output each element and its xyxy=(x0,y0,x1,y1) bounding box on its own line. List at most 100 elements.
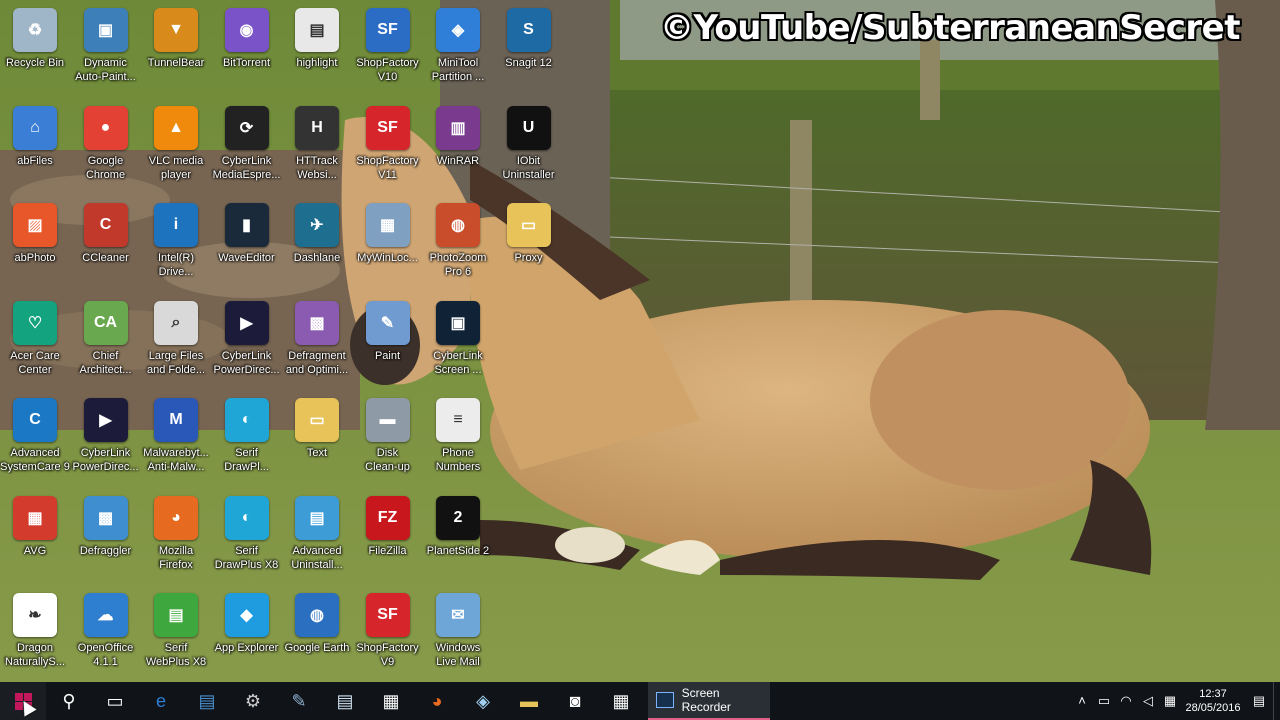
winrar-button[interactable]: ◈ xyxy=(460,682,506,720)
desktop-icon[interactable]: ❧ Dragon NaturallyS... xyxy=(0,587,70,679)
paint-button[interactable]: ✎ xyxy=(276,682,322,720)
desktop-icon[interactable]: U IObit Uninstaller xyxy=(494,100,564,192)
advanced-uninstaller-icon: ▤ xyxy=(295,495,339,540)
desktop-icon[interactable]: ▮ WaveEditor xyxy=(212,197,282,289)
edge-button[interactable]: e xyxy=(138,682,184,720)
desktop-icon-label: Large Files and Folde... xyxy=(146,349,206,376)
desktop-icon[interactable]: ● Google Chrome xyxy=(71,100,141,192)
settings-button[interactable]: ⚙ xyxy=(230,682,276,720)
desktop-icon[interactable]: SF ShopFactory V9 xyxy=(353,587,423,679)
desktop-icon[interactable]: ◕ Mozilla Firefox xyxy=(141,490,211,582)
desktop-icon[interactable]: ▶ CyberLink PowerDirec... xyxy=(71,392,141,484)
explorer-button[interactable]: ▬ xyxy=(506,682,552,720)
desktop-icon[interactable]: ◍ PhotoZoom Pro 6 xyxy=(423,197,493,289)
desktop-icon[interactable]: ⌕ Large Files and Folde... xyxy=(141,295,211,387)
desktop-icon[interactable]: 2 PlanetSide 2 xyxy=(423,490,493,582)
desktop-icon[interactable]: C Advanced SystemCare 9 xyxy=(0,392,70,484)
desktop-icon[interactable]: ✉ Windows Live Mail xyxy=(423,587,493,679)
desktop-icon-label: CyberLink PowerDirec... xyxy=(72,447,139,473)
desktop-icon[interactable]: ▣ Dynamic Auto-Paint... xyxy=(71,2,141,94)
desktop-icon-label: Mozilla Firefox xyxy=(158,544,194,571)
desktop-icon[interactable]: ◆ App Explorer xyxy=(212,587,282,679)
desktop-icon[interactable]: ▩ Defragment and Optimi... xyxy=(282,295,352,387)
desktop-icon[interactable]: SF ShopFactory V11 xyxy=(353,100,423,192)
powerdirector-icon: ▶ xyxy=(83,398,128,442)
desktop-icon[interactable]: ✈ Dashlane xyxy=(282,197,352,289)
desktop-icon-label: WinRAR xyxy=(436,154,480,167)
desktop-icon[interactable]: ◍ Google Earth xyxy=(282,587,352,679)
desktop-icon[interactable]: ≡ Phone Numbers xyxy=(423,392,493,484)
watermark: ©YouTube/SubterraneanSecret xyxy=(659,8,1241,48)
camera-button[interactable]: ◙ xyxy=(552,682,598,720)
desktop-icon[interactable]: ▩ Defraggler xyxy=(71,490,141,582)
winlocker-icon: ▦ xyxy=(365,203,410,247)
desktop-icon[interactable]: ▤ Advanced Uninstall... xyxy=(282,490,352,582)
archive-icon: ◈ xyxy=(476,690,490,711)
desktop-icon[interactable]: i Intel(R) Drive... xyxy=(141,197,211,289)
desktop-icon[interactable]: ◉ BitTorrent xyxy=(212,2,282,94)
desktop-icon[interactable]: ▨ abPhoto xyxy=(0,197,70,289)
desktop-icon[interactable]: ⌂ abFiles xyxy=(0,100,70,192)
clock-date: 28/05/2016 xyxy=(1185,702,1241,714)
filezilla-icon: FZ xyxy=(365,495,410,540)
desktop-icon[interactable]: CA Chief Architect... xyxy=(71,295,141,387)
acer-care-icon: ♡ xyxy=(13,300,57,345)
desktop-icon[interactable]: H HTTrack Websi... xyxy=(282,100,352,192)
intel-icon: i xyxy=(154,203,198,247)
notification-center-icon[interactable]: ▤ xyxy=(1245,693,1273,709)
taskbar-app-label: Screen Recorder xyxy=(681,686,731,714)
desktop-icon[interactable]: ◐ Serif DrawPl... xyxy=(212,392,282,484)
desktop-icon[interactable]: ✎ Paint xyxy=(353,295,423,387)
photo-icon: ▨ xyxy=(13,203,57,247)
desktop-icon[interactable]: ▼ TunnelBear xyxy=(141,2,211,94)
httrack-icon: H xyxy=(295,105,339,150)
store-button[interactable]: ▤ xyxy=(184,682,230,720)
desktop-icon[interactable]: ▤ Serif WebPlus X8 xyxy=(141,587,211,679)
clock[interactable]: 12:37 28/05/2016 xyxy=(1181,687,1245,715)
desktop-icon[interactable]: ♻ Recycle Bin xyxy=(0,2,70,94)
desktop-icon[interactable]: ▲ VLC media player xyxy=(141,100,211,192)
desktop-icon[interactable]: ▣ CyberLink Screen ... xyxy=(423,295,493,387)
calculator-button[interactable]: ▦ xyxy=(598,682,644,720)
desktop-icon[interactable]: S Snagit 12 xyxy=(494,2,564,94)
desktop-icon-label: IObit Uninstaller xyxy=(502,154,555,181)
desktop-icon[interactable]: ◈ MiniTool Partition ... xyxy=(423,2,493,94)
desktop-icon-label: Chief Architect... xyxy=(79,349,132,376)
desktop-icon[interactable]: ☁ OpenOffice 4.1.1 xyxy=(71,587,141,679)
desktop-icon[interactable]: ▭ Proxy xyxy=(494,197,564,289)
desktop-icon[interactable]: ▬ Disk Clean-up xyxy=(353,392,423,484)
desktop-icon[interactable]: ⟳ CyberLink MediaEspre... xyxy=(212,100,282,192)
keyboard-icon[interactable]: ▦ xyxy=(1159,693,1181,709)
chrome-icon: ● xyxy=(83,105,128,150)
store2-button[interactable]: ▦ xyxy=(368,682,414,720)
app-explorer-icon: ◆ xyxy=(224,593,269,637)
desktop-icon[interactable]: ▥ WinRAR xyxy=(423,100,493,192)
search-button[interactable]: ⚲ xyxy=(46,682,92,720)
folder-icon: ▭ xyxy=(506,203,551,247)
camera-icon: ◙ xyxy=(569,690,581,711)
desktop-icon[interactable]: C CCleaner xyxy=(71,197,141,289)
desktop-icon[interactable]: SF ShopFactory V10 xyxy=(353,2,423,94)
firefox-button[interactable]: ◕ xyxy=(414,682,460,720)
volume-icon[interactable]: ◁ xyxy=(1137,693,1159,709)
show-desktop-button[interactable] xyxy=(1273,682,1280,720)
notepad-button[interactable]: ▤ xyxy=(322,682,368,720)
wifi-icon[interactable]: ◠ xyxy=(1115,693,1137,709)
desktop-icon[interactable]: ▭ Text xyxy=(282,392,352,484)
desktop-icon[interactable]: FZ FileZilla xyxy=(353,490,423,582)
desktop-icon[interactable]: ◐ Serif DrawPlus X8 xyxy=(212,490,282,582)
taskbar-app-screen-recorder[interactable]: Screen Recorder xyxy=(648,682,770,720)
desktop-icon[interactable]: ▦ AVG xyxy=(0,490,70,582)
desktop-icon[interactable]: ♡ Acer Care Center xyxy=(0,295,70,387)
chevron-up-icon[interactable]: ˄ xyxy=(1071,693,1093,709)
task-view-button[interactable]: ▭ xyxy=(92,682,138,720)
desktop-icon-label: CyberLink Screen ... xyxy=(433,349,483,376)
desktop-icon[interactable]: ▦ MyWinLoc... xyxy=(353,197,423,289)
chief-architect-icon: CA xyxy=(83,300,128,345)
iobit-icon: U xyxy=(506,105,551,150)
desktop-icon[interactable]: ▶ CyberLink PowerDirec... xyxy=(212,295,282,387)
large-files-icon: ⌕ xyxy=(154,300,198,345)
battery-icon[interactable]: ▭ xyxy=(1093,693,1115,709)
desktop-icon[interactable]: M Malwarebyt... Anti-Malw... xyxy=(141,392,211,484)
desktop-icon[interactable]: ▤ highlight xyxy=(282,2,352,94)
